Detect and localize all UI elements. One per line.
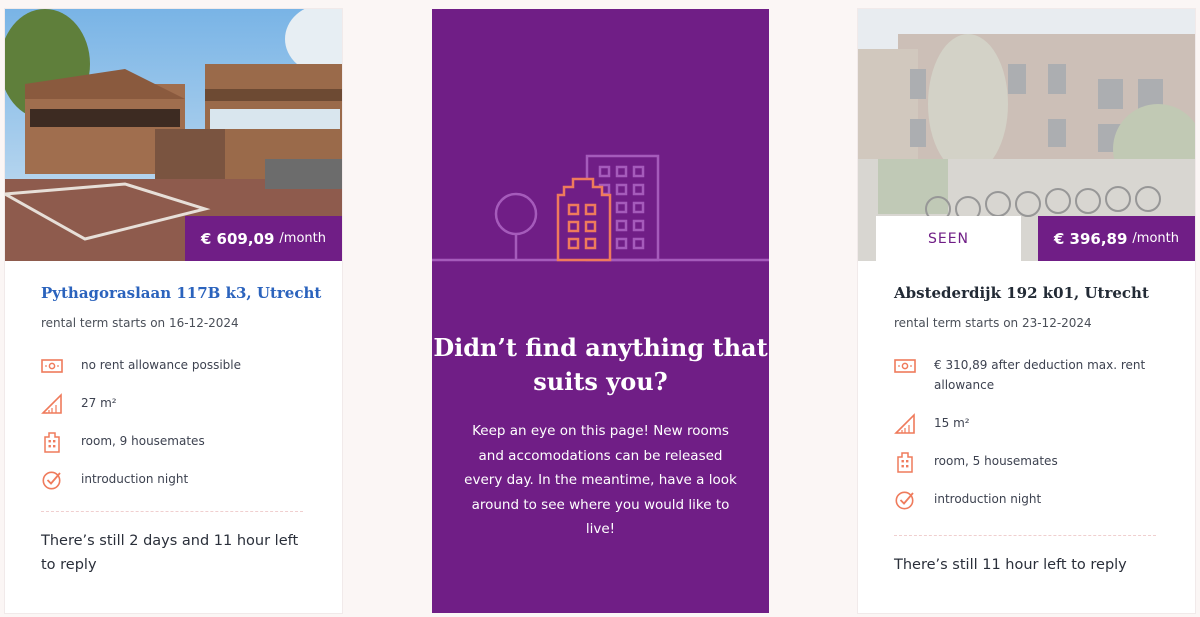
divider: [894, 535, 1156, 536]
building-icon: [41, 431, 63, 453]
listing-title[interactable]: Pythagoraslaan 117B k3, Utrecht: [41, 284, 321, 302]
promo-body: Keep an eye on this page! New rooms and …: [464, 423, 737, 537]
feature-text: no rent allowance possible: [81, 358, 242, 372]
listing-title[interactable]: Abstederdijk 192 k01, Utrecht: [894, 284, 1149, 302]
rental-term: rental term starts on 23-12-2024: [894, 316, 1092, 330]
price-tag: € 396,89 /month: [1037, 216, 1195, 261]
check-circle-icon: [41, 469, 63, 491]
promo-heading: Didn’t find anything that suits you?: [433, 333, 768, 396]
feature-row: room, 5 housemates: [894, 451, 1174, 473]
feature-row: room, 9 housemates: [41, 431, 321, 453]
reply-deadline: There’s still 11 hour left to reply: [894, 557, 1127, 573]
promo-card: Didn’t find anything that suits you? Kee…: [432, 9, 769, 613]
feature-row: introduction night: [894, 489, 1174, 511]
check-circle-icon: [894, 489, 916, 511]
feature-row: no rent allowance possible: [41, 355, 321, 377]
listing-card[interactable]: SEEN € 396,89 /month Abstederdijk 192 k0…: [858, 9, 1195, 613]
divider: [41, 511, 303, 512]
price-period: /month: [279, 231, 326, 246]
seen-badge: SEEN: [876, 216, 1021, 261]
feature-text: € 310,89 after deduction max. rent allow…: [934, 358, 1146, 392]
feature-row: € 310,89 after deduction max. rent allow…: [894, 355, 1174, 395]
building-icon: [894, 451, 916, 473]
feature-text: room, 9 housemates: [81, 434, 205, 448]
feature-text: introduction night: [81, 472, 189, 486]
city-illustration: [432, 154, 769, 262]
rental-term: rental term starts on 16-12-2024: [41, 316, 239, 330]
feature-row: introduction night: [41, 469, 321, 491]
money-icon: [894, 355, 916, 377]
feature-text: 27 m²: [81, 396, 117, 410]
feature-text: 15 m²: [934, 416, 970, 430]
reply-deadline: There’s still 2 days and 11 hour left to…: [41, 533, 299, 573]
listing-card[interactable]: € 609,09 /month Pythagoraslaan 117B k3, …: [5, 9, 342, 613]
price-tag: € 609,09 /month: [184, 216, 342, 261]
price-period: /month: [1132, 231, 1179, 246]
feature-row: 27 m²: [41, 393, 321, 415]
feature-text: room, 5 housemates: [934, 454, 1058, 468]
money-icon: [41, 355, 63, 377]
feature-text: introduction night: [934, 492, 1042, 506]
area-icon: [894, 413, 916, 435]
area-icon: [41, 393, 63, 415]
feature-row: 15 m²: [894, 413, 1174, 435]
price-amount: € 396,89: [1053, 229, 1128, 248]
price-amount: € 609,09: [200, 229, 275, 248]
